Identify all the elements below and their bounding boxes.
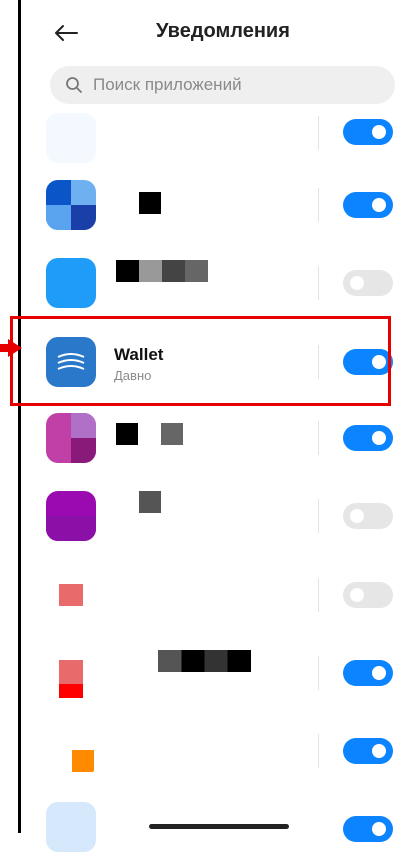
list-item[interactable] [21,481,411,551]
app-name-redacted [161,423,183,445]
list-item[interactable] [21,403,411,473]
page-title: Уведомления [156,20,290,42]
divider [318,116,319,150]
notification-toggle[interactable] [343,270,393,296]
notification-toggle[interactable] [343,425,393,451]
divider [318,656,319,690]
notification-toggle[interactable] [343,660,393,686]
list-item[interactable] [21,638,411,708]
app-icon [46,802,96,852]
app-name-redacted [139,491,161,513]
toggle-knob [372,198,386,212]
home-indicator[interactable] [149,824,289,829]
highlight-frame [10,316,391,406]
app-icon [46,113,96,163]
divider [318,734,319,768]
notification-toggle[interactable] [343,582,393,608]
list-item[interactable] [21,170,411,240]
red-arrow-icon [0,339,22,357]
divider [318,266,319,300]
notification-toggle[interactable] [343,816,393,842]
divider [318,421,319,455]
toggle-knob [372,822,386,836]
toggle-knob [372,666,386,680]
notification-toggle[interactable] [343,503,393,529]
toggle-knob [350,509,364,523]
divider [318,188,319,222]
notification-toggle[interactable] [343,119,393,145]
app-icon [46,491,96,541]
list-item[interactable] [21,248,411,318]
back-button[interactable] [51,18,81,48]
app-name-redacted [158,650,251,672]
header: Уведомления [21,0,411,64]
list-item[interactable] [21,560,411,630]
divider [318,499,319,533]
search-placeholder: Поиск приложений [93,75,242,94]
divider [318,578,319,612]
app-name-redacted [116,260,208,282]
app-name-redacted [116,423,138,445]
app-icon [46,726,96,776]
toggle-knob [372,744,386,758]
notification-toggle[interactable] [343,738,393,764]
notification-toggle[interactable] [343,192,393,218]
app-name-redacted [139,192,161,214]
toggle-knob [350,276,364,290]
list-item[interactable] [21,98,411,168]
app-icon [46,258,96,308]
toggle-knob [350,588,364,602]
toggle-knob [372,125,386,139]
screen: Уведомления Поиск приложений Wallet Давн… [18,0,411,852]
arrow-left-icon [55,25,78,41]
list-item[interactable] [21,716,411,786]
toggle-knob [372,431,386,445]
search-icon [66,77,82,93]
app-icon [46,648,96,698]
app-icon [46,570,96,620]
app-icon [46,180,96,230]
app-icon [46,413,96,463]
